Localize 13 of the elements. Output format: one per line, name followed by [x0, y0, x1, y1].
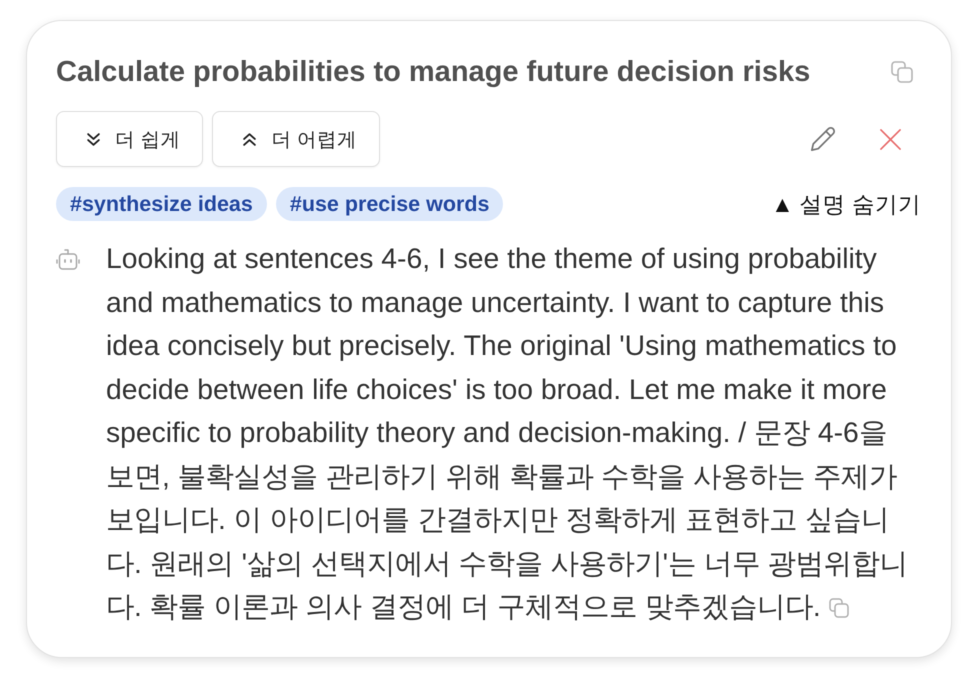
double-chevron-up-icon: [242, 132, 258, 146]
tag[interactable]: #synthesize ideas: [56, 187, 267, 221]
copy-icon[interactable]: [891, 61, 913, 83]
tag[interactable]: #use precise words: [276, 187, 504, 221]
copy-icon[interactable]: [828, 598, 849, 618]
easier-button[interactable]: 더 쉽게: [56, 111, 204, 167]
card-title: Calculate probabilities to manage future decision risks: [56, 55, 810, 89]
double-chevron-down-icon: [86, 132, 101, 146]
close-icon[interactable]: [880, 128, 901, 150]
harder-button[interactable]: 더 어렵게: [212, 111, 380, 167]
explanation-toggle[interactable]: ▲ 설명 숨기기: [771, 188, 921, 220]
robot-icon: [56, 249, 80, 271]
explanation-text: Looking at sentences 4-6, I see the theme of using probability and mathematics to manage uncertainty. I want to capture this idea concisely but precisely. The original 'Using mathematics to decide between life choices' is too broad. Let me make it more specific to probability theory and decision-making. / 문장 4-6을 보면, 불확실성을 관리하기 위해 확률과 수학을 사용하는 주제가 보입니다. 이 아이디어를 간결하지만 정확하게 표현하고 싶습니다. 원래의 '삶의 선택지에서 수학을 사용하기'는 너무 광범위합니다. 확률 이론과 의사 결정에 더 구체적으로 맞추겠습니다.: [106, 241, 909, 624]
